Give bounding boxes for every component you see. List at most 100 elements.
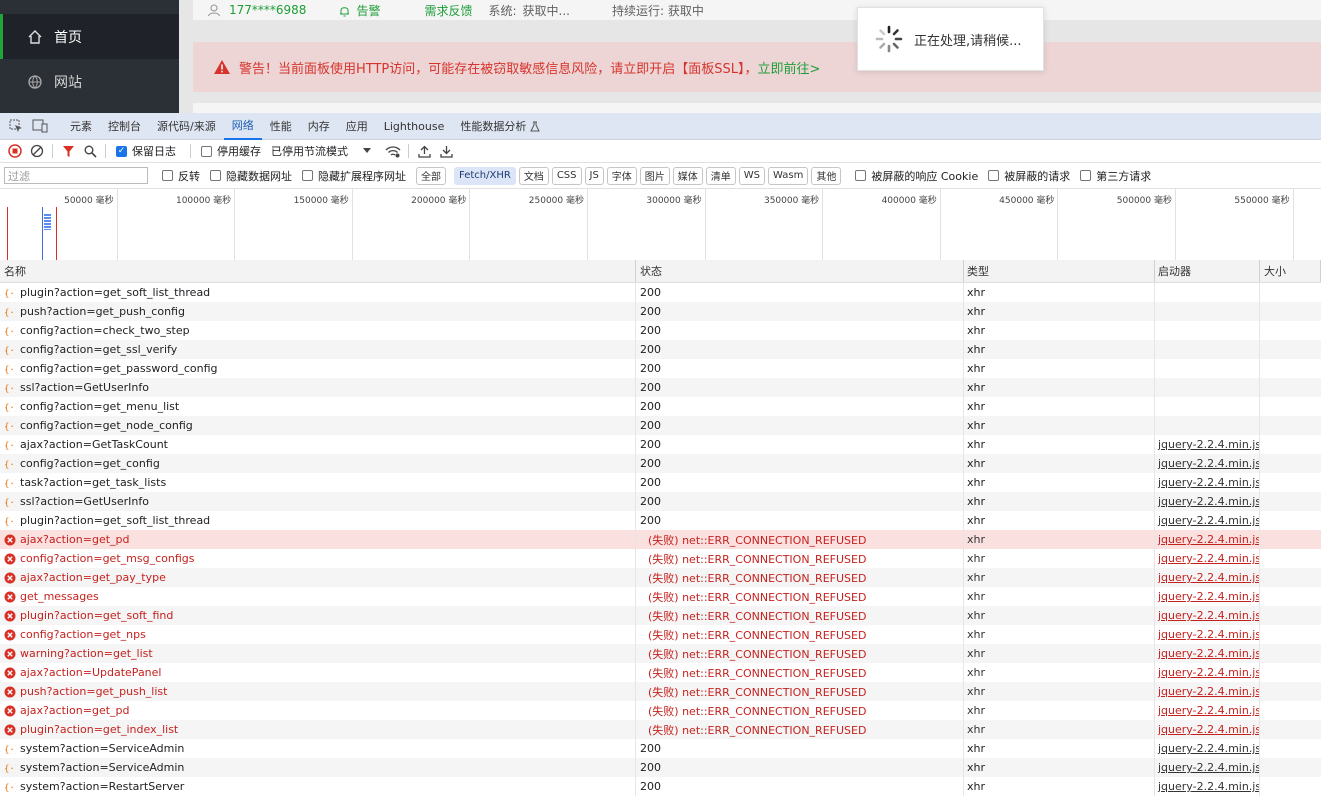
type-filter-doc[interactable]: 文档 — [518, 166, 549, 185]
type-filter-css[interactable]: CSS — [551, 166, 582, 185]
device-toolbar-icon[interactable] — [30, 116, 50, 136]
initiator-link[interactable]: jquery-2.2.4.min.js:4 — [1158, 742, 1259, 755]
request-name-cell[interactable]: ajax?action=get_pay_type — [0, 568, 636, 587]
table-row[interactable]: ajax?action=get_pay_type (失败) net::ERR_CO… — [0, 568, 1321, 587]
third-party-checkbox[interactable]: 第三方请求 — [1080, 168, 1151, 184]
filter-toggle-button[interactable] — [57, 141, 79, 161]
type-filter-media[interactable]: 媒体 — [672, 166, 703, 185]
table-row[interactable]: {·} config?action=get_config 200xhrjquery-… — [0, 454, 1321, 473]
table-row[interactable]: {·} system?action=ServiceAdmin 200xhrjquer… — [0, 739, 1321, 758]
request-name-cell[interactable]: {·} system?action=ServiceAdmin — [0, 739, 636, 758]
initiator-link[interactable]: jquery-2.2.4.min.js:4 — [1158, 628, 1259, 641]
table-row[interactable]: plugin?action=get_index_list (失败) net::ER… — [0, 720, 1321, 739]
blocked-requests-checkbox[interactable]: 被屏蔽的请求 — [988, 168, 1070, 184]
request-name-cell[interactable]: {·} config?action=get_ssl_verify — [0, 340, 636, 359]
type-filter-js[interactable]: JS — [584, 166, 604, 185]
table-row[interactable]: plugin?action=get_soft_find (失败) net::ERR… — [0, 606, 1321, 625]
request-name-cell[interactable]: {·} ssl?action=GetUserInfo — [0, 378, 636, 397]
column-header-initiator[interactable]: 启动器 — [1155, 260, 1260, 282]
request-name-cell[interactable]: {·} system?action=ServiceAdmin — [0, 758, 636, 777]
request-name-cell[interactable]: {·} config?action=get_node_config — [0, 416, 636, 435]
table-row[interactable]: {·} plugin?action=get_soft_list_thread 200… — [0, 283, 1321, 302]
request-name-cell[interactable]: ajax?action=get_pd — [0, 530, 636, 549]
type-filter-img[interactable]: 图片 — [639, 166, 670, 185]
initiator-link[interactable]: jquery-2.2.4.min.js:4 — [1158, 780, 1259, 793]
type-filter-wasm[interactable]: Wasm — [768, 166, 809, 185]
tab-console[interactable]: 控制台 — [100, 113, 149, 140]
tab-performance-insights[interactable]: 性能数据分析 — [452, 113, 548, 140]
filter-input[interactable]: 过滤 — [4, 167, 148, 184]
network-overview-timeline[interactable]: 50000 毫秒 100000 毫秒 150000 毫秒 200000 毫秒 25000… — [0, 189, 1321, 261]
column-header-name[interactable]: 名称 — [0, 260, 636, 282]
tab-lighthouse[interactable]: Lighthouse — [376, 113, 453, 140]
hide-extension-urls-checkbox[interactable]: 隐藏扩展程序网址 — [302, 168, 406, 184]
table-row[interactable]: {·} config?action=get_menu_list 200xhr — [0, 397, 1321, 416]
request-name-cell[interactable]: {·} config?action=get_password_config — [0, 359, 636, 378]
table-row[interactable]: ajax?action=get_pd (失败) net::ERR_CONNECTI… — [0, 530, 1321, 549]
import-har-button[interactable] — [413, 141, 435, 161]
table-row[interactable]: {·} plugin?action=get_soft_list_thread 200… — [0, 511, 1321, 530]
initiator-link[interactable]: jquery-2.2.4.min.js:4 — [1158, 552, 1259, 565]
table-row[interactable]: {·} push?action=get_push_config 200xhr — [0, 302, 1321, 321]
request-name-cell[interactable]: {·} push?action=get_push_config — [0, 302, 636, 321]
request-name-cell[interactable]: config?action=get_msg_configs — [0, 549, 636, 568]
table-row[interactable]: {·} ssl?action=GetUserInfo 200xhrjquery-2.… — [0, 492, 1321, 511]
tab-performance[interactable]: 性能 — [262, 113, 300, 140]
table-row[interactable]: {·} config?action=check_two_step 200xhr — [0, 321, 1321, 340]
sidebar-item-home[interactable]: 首页 — [0, 14, 179, 59]
clear-button[interactable] — [26, 141, 48, 161]
tab-application[interactable]: 应用 — [338, 113, 376, 140]
table-row[interactable]: warning?action=get_list (失败) net::ERR_CON… — [0, 644, 1321, 663]
initiator-link[interactable]: jquery-2.2.4.min.js:4 — [1158, 723, 1259, 736]
inspect-element-icon[interactable] — [6, 116, 26, 136]
table-row[interactable]: {·} config?action=get_ssl_verify 200xhr — [0, 340, 1321, 359]
initiator-link[interactable]: jquery-2.2.4.min.js:4 — [1158, 533, 1259, 546]
record-stop-button[interactable] — [4, 141, 26, 161]
initiator-link[interactable]: jquery-2.2.4.min.js:4 — [1158, 438, 1259, 451]
type-filter-all[interactable]: 全部 — [416, 166, 446, 185]
request-name-cell[interactable]: warning?action=get_list — [0, 644, 636, 663]
table-row[interactable]: config?action=get_nps (失败) net::ERR_CONNE… — [0, 625, 1321, 644]
initiator-link[interactable]: jquery-2.2.4.min.js:4 — [1158, 685, 1259, 698]
request-name-cell[interactable]: {·} plugin?action=get_soft_list_thread — [0, 283, 636, 302]
request-name-cell[interactable]: ajax?action=get_pd — [0, 701, 636, 720]
request-name-cell[interactable]: push?action=get_push_list — [0, 682, 636, 701]
search-button[interactable] — [79, 141, 101, 161]
request-name-cell[interactable]: {·} config?action=get_config — [0, 454, 636, 473]
tab-sources[interactable]: 源代码/来源 — [149, 113, 224, 140]
request-name-cell[interactable]: plugin?action=get_soft_find — [0, 606, 636, 625]
request-name-cell[interactable]: {·} system?action=RestartServer — [0, 777, 636, 796]
type-filter-fetch-xhr[interactable]: Fetch/XHR — [454, 166, 516, 185]
table-row[interactable]: {·} config?action=get_node_config 200xhr — [0, 416, 1321, 435]
initiator-link[interactable]: jquery-2.2.4.min.js:4 — [1158, 495, 1259, 508]
invert-checkbox[interactable]: 反转 — [162, 168, 200, 184]
tab-network[interactable]: 网络 — [223, 113, 262, 140]
type-filter-manifest[interactable]: 清单 — [705, 166, 736, 185]
request-name-cell[interactable]: config?action=get_nps — [0, 625, 636, 644]
network-conditions-button[interactable] — [382, 141, 404, 161]
request-name-cell[interactable]: {·} config?action=check_two_step — [0, 321, 636, 340]
type-filter-font[interactable]: 字体 — [606, 166, 637, 185]
table-row[interactable]: {·} ssl?action=GetUserInfo 200xhr — [0, 378, 1321, 397]
type-filter-ws[interactable]: WS — [738, 166, 766, 185]
request-name-cell[interactable]: get_messages — [0, 587, 636, 606]
tab-elements[interactable]: 元素 — [62, 113, 100, 140]
request-name-cell[interactable]: {·} ajax?action=GetTaskCount — [0, 435, 636, 454]
table-row[interactable]: {·} ajax?action=GetTaskCount 200xhrjquery-… — [0, 435, 1321, 454]
initiator-link[interactable]: jquery-2.2.4.min.js:4 — [1158, 457, 1259, 470]
table-row[interactable]: {·} config?action=get_password_config 200x… — [0, 359, 1321, 378]
export-har-button[interactable] — [435, 141, 457, 161]
initiator-link[interactable]: jquery-2.2.4.min.js:4 — [1158, 704, 1259, 717]
column-header-type[interactable]: 类型 — [964, 260, 1155, 282]
table-row[interactable]: {·} system?action=RestartServer 200xhrjque… — [0, 777, 1321, 796]
initiator-link[interactable]: jquery-2.2.4.min.js:4 — [1158, 761, 1259, 774]
hide-data-urls-checkbox[interactable]: 隐藏数据网址 — [210, 168, 292, 184]
initiator-link[interactable]: jquery-2.2.4.min.js:4 — [1158, 514, 1259, 527]
table-row[interactable]: {·} system?action=ServiceAdmin 200xhrjquer… — [0, 758, 1321, 777]
initiator-link[interactable]: jquery-2.2.4.min.js:4 — [1158, 571, 1259, 584]
column-header-size[interactable]: 大小 — [1260, 260, 1321, 282]
request-name-cell[interactable]: {·} config?action=get_menu_list — [0, 397, 636, 416]
initiator-link[interactable]: jquery-2.2.4.min.js:4 — [1158, 666, 1259, 679]
sidebar-item-website[interactable]: 网站 — [0, 59, 179, 104]
blocked-cookies-checkbox[interactable]: 被屏蔽的响应 Cookie — [855, 168, 978, 184]
